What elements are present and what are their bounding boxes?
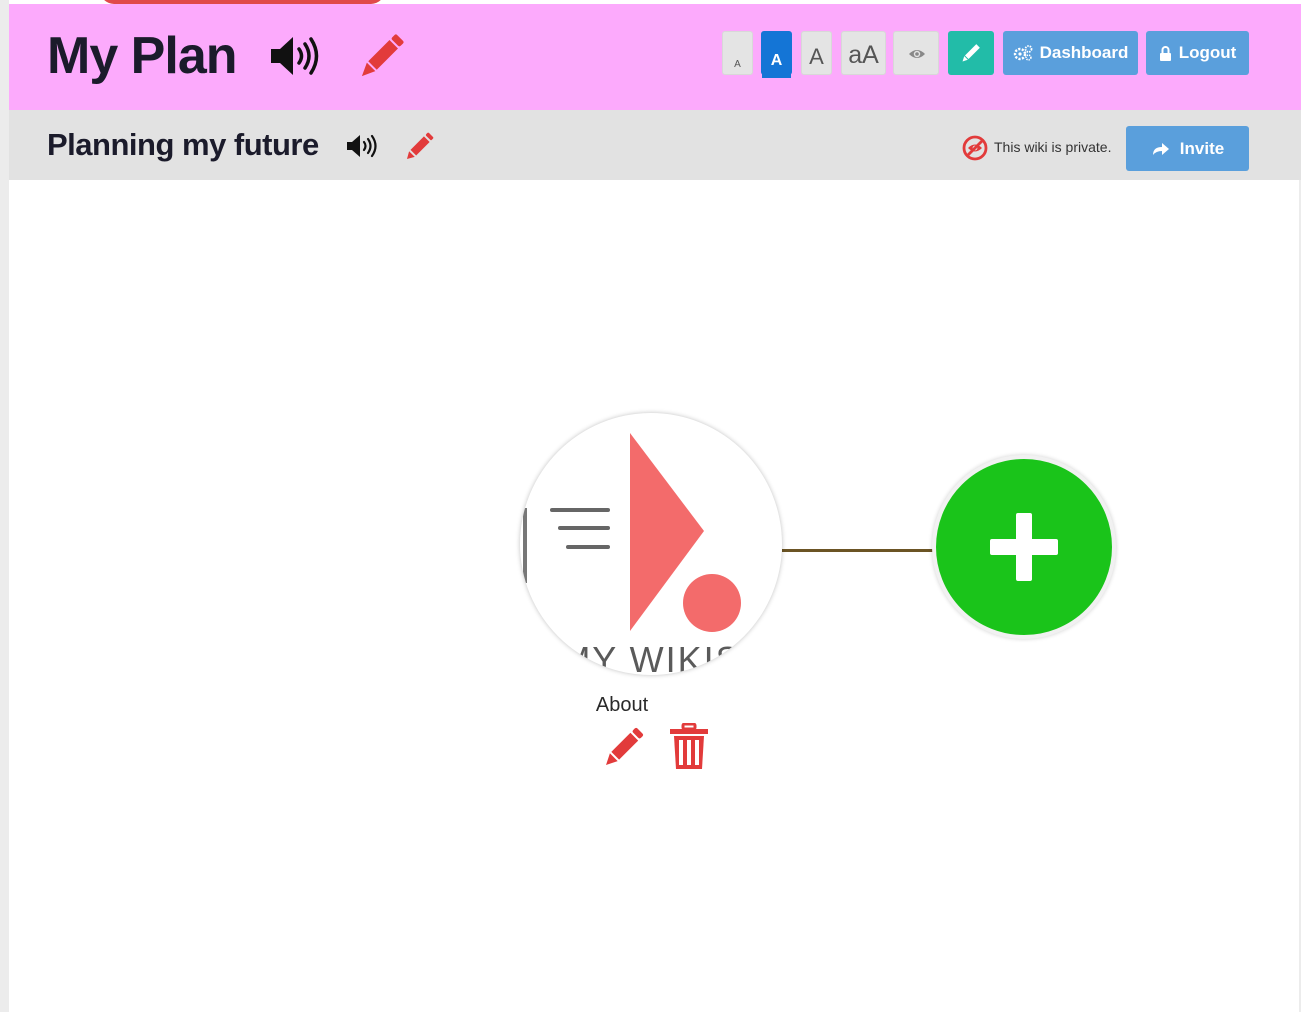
wiki-title: Planning my future xyxy=(47,127,319,162)
dashboard-label: Dashboard xyxy=(1039,43,1129,62)
pencil-icon[interactable] xyxy=(599,724,647,777)
logout-button[interactable]: Logout xyxy=(1146,31,1249,75)
wiki-page-node[interactable]: MY WIKIS xyxy=(520,413,782,675)
pencil-icon[interactable] xyxy=(354,30,408,89)
wiki-logo-image xyxy=(523,433,741,632)
eye-slash-icon xyxy=(962,135,988,166)
wiki-logo-text: MY WIKIS xyxy=(560,639,742,675)
logout-label: Logout xyxy=(1178,43,1237,62)
speaker-icon[interactable] xyxy=(269,34,325,83)
lock-icon xyxy=(1159,45,1171,61)
invite-button[interactable]: Invite xyxy=(1126,126,1249,171)
text-size-medium-button[interactable]: A xyxy=(801,31,832,75)
eye-icon xyxy=(909,50,925,58)
text-size-small-button[interactable]: A xyxy=(761,31,792,78)
trash-icon[interactable] xyxy=(668,722,710,776)
privacy-status-text: This wiki is private. xyxy=(994,139,1112,155)
view-mode-button[interactable] xyxy=(893,31,939,75)
pencil-icon[interactable] xyxy=(402,130,436,169)
wiki-subheader: Planning my future This wiki is private. xyxy=(9,110,1301,180)
node-label: About xyxy=(595,694,649,716)
share-arrow-icon xyxy=(1152,142,1169,155)
speaker-icon[interactable] xyxy=(346,133,380,164)
plus-icon xyxy=(990,513,1058,581)
app-header: My Plan A A A aA Dashboard Logout xyxy=(9,4,1301,110)
add-page-button[interactable] xyxy=(932,455,1116,639)
text-size-xs-button[interactable]: A xyxy=(722,31,753,75)
app-title: My Plan xyxy=(47,27,237,85)
left-margin xyxy=(0,0,9,1012)
edit-mode-button[interactable] xyxy=(948,31,994,75)
invite-label: Invite xyxy=(1179,138,1225,158)
text-size-large-button[interactable]: aA xyxy=(841,31,886,75)
cogs-icon xyxy=(1013,45,1032,61)
pencil-icon xyxy=(962,44,980,62)
node-connector-line xyxy=(782,549,937,552)
dashboard-button[interactable]: Dashboard xyxy=(1003,31,1138,75)
